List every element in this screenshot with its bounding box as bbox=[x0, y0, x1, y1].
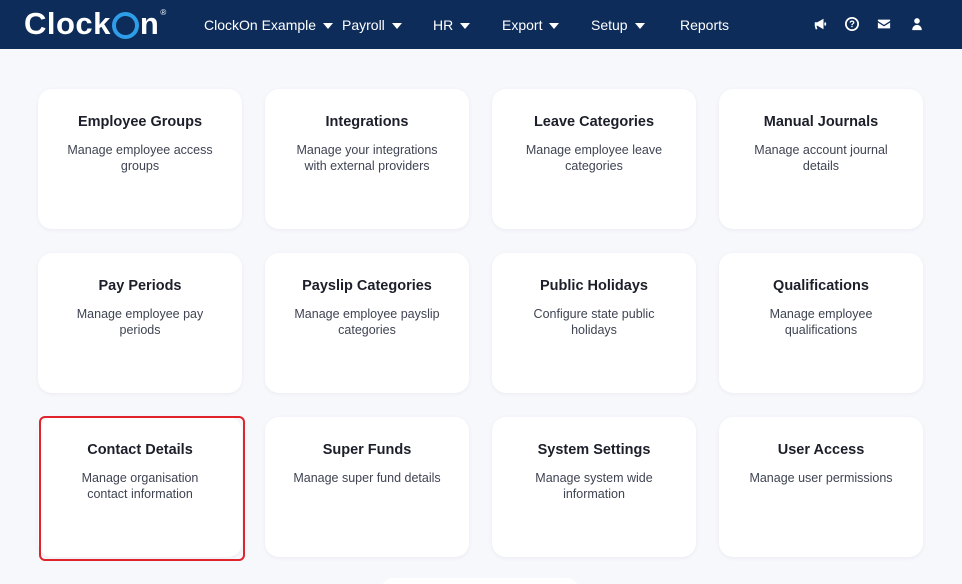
card-description: Manage employee payslip categories bbox=[294, 307, 440, 337]
user-icon[interactable] bbox=[907, 14, 927, 34]
card-leave-categories[interactable]: Leave Categories Manage employee leave c… bbox=[492, 89, 696, 229]
card-description: Manage employee pay periods bbox=[76, 307, 204, 337]
card-description: Manage super fund details bbox=[293, 471, 441, 485]
card-description: Configure state public holidays bbox=[533, 307, 655, 337]
nav-organisation-menu[interactable]: ClockOn Example bbox=[204, 0, 334, 49]
card-title: Employee Groups bbox=[77, 114, 203, 130]
card-payslip-categories[interactable]: Payslip Categories Manage employee paysl… bbox=[265, 253, 469, 393]
card-description: Manage employee access groups bbox=[67, 143, 213, 173]
card-description: Manage organisation contact information bbox=[81, 471, 199, 501]
chevron-down-icon bbox=[549, 22, 560, 29]
card-title: Leave Categories bbox=[533, 114, 655, 130]
nav-hr-menu[interactable]: HR bbox=[433, 0, 471, 49]
card-contact-details[interactable]: Contact Details Manage organisation cont… bbox=[38, 417, 242, 557]
top-navbar: Clock n ® ClockOn Example Payroll HR Expor… bbox=[0, 0, 962, 49]
card-title: Integrations bbox=[325, 114, 409, 130]
nav-organisation-label: ClockOn Example bbox=[204, 16, 317, 33]
card-description: Manage system wide information bbox=[535, 471, 653, 501]
card-title: Qualifications bbox=[773, 278, 869, 294]
card-description: Manage your integrations with external p… bbox=[296, 143, 438, 173]
card-description: Manage account journal details bbox=[754, 143, 888, 173]
card-employee-groups[interactable]: Employee Groups Manage employee access g… bbox=[38, 89, 242, 229]
partial-card bbox=[380, 578, 580, 584]
logo-o-ring bbox=[111, 11, 139, 39]
card-user-access[interactable]: User Access Manage user permissions bbox=[719, 417, 923, 557]
clockon-logo[interactable]: Clock n ® bbox=[24, 6, 167, 41]
logo-text-n: n bbox=[139, 6, 160, 41]
nav-setup-menu[interactable]: Setup bbox=[591, 0, 645, 49]
logo-text-clock: Clock bbox=[24, 6, 111, 41]
card-description: Manage employee qualifications bbox=[769, 307, 873, 337]
card-manual-journals[interactable]: Manual Journals Manage account journal d… bbox=[719, 89, 923, 229]
mail-icon[interactable] bbox=[874, 14, 894, 34]
card-title: User Access bbox=[777, 442, 865, 458]
card-title: Public Holidays bbox=[540, 278, 648, 294]
card-description: Manage employee leave categories bbox=[525, 143, 663, 173]
card-system-settings[interactable]: System Settings Manage system wide infor… bbox=[492, 417, 696, 557]
nav-hr-label: HR bbox=[433, 16, 454, 33]
nav-reports-label: Reports bbox=[680, 16, 730, 33]
card-title: Payslip Categories bbox=[302, 278, 432, 294]
help-icon[interactable] bbox=[842, 14, 862, 34]
card-title: Contact Details bbox=[87, 442, 193, 458]
nav-payroll-label: Payroll bbox=[342, 16, 385, 33]
chevron-down-icon bbox=[391, 22, 402, 29]
nav-payroll-menu[interactable]: Payroll bbox=[342, 0, 402, 49]
card-title: Manual Journals bbox=[763, 114, 879, 130]
nav-setup-label: Setup bbox=[591, 16, 628, 33]
card-title: Super Funds bbox=[322, 442, 412, 458]
megaphone-icon[interactable] bbox=[810, 14, 830, 34]
card-title: Pay Periods bbox=[98, 278, 182, 294]
card-description: Manage user permissions bbox=[749, 471, 893, 485]
card-super-funds[interactable]: Super Funds Manage super fund details bbox=[265, 417, 469, 557]
nav-reports-link[interactable]: Reports bbox=[680, 0, 729, 49]
card-qualifications[interactable]: Qualifications Manage employee qualifica… bbox=[719, 253, 923, 393]
card-integrations[interactable]: Integrations Manage your integrations wi… bbox=[265, 89, 469, 229]
card-public-holidays[interactable]: Public Holidays Configure state public h… bbox=[492, 253, 696, 393]
chevron-down-icon bbox=[460, 22, 471, 29]
chevron-down-icon bbox=[323, 22, 334, 29]
card-pay-periods[interactable]: Pay Periods Manage employee pay periods bbox=[38, 253, 242, 393]
card-title: System Settings bbox=[537, 442, 651, 458]
logo-trademark: ® bbox=[160, 7, 167, 17]
chevron-down-icon bbox=[634, 22, 645, 29]
nav-export-menu[interactable]: Export bbox=[502, 0, 560, 49]
nav-export-label: Export bbox=[502, 16, 543, 33]
